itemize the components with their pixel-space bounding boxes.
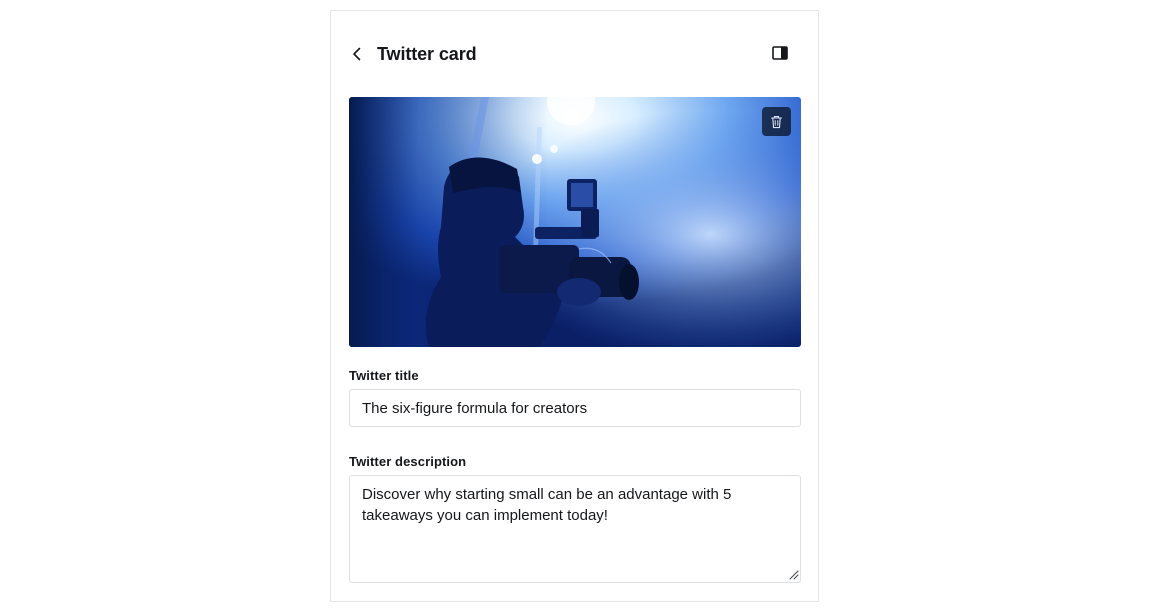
twitter-description-textarea[interactable]: Discover why starting small can be an ad…	[349, 475, 801, 583]
photo-videographer	[349, 97, 801, 347]
sidebar-toggle-icon	[772, 46, 788, 60]
twitter-card-panel: Twitter card Twitter title The six-figur…	[330, 10, 819, 602]
sidebar-toggle-button[interactable]	[770, 43, 790, 63]
trash-icon	[770, 115, 783, 128]
twitter-title-label: Twitter title	[349, 368, 419, 383]
back-button[interactable]	[347, 43, 367, 65]
panel-header: Twitter card	[331, 11, 818, 97]
page-title: Twitter card	[377, 44, 477, 64]
resize-grip-icon[interactable]	[787, 568, 799, 580]
twitter-title-input[interactable]	[349, 389, 801, 427]
twitter-description-label: Twitter description	[349, 454, 467, 469]
chevron-left-icon	[353, 47, 361, 61]
twitter-card-image	[349, 97, 801, 347]
delete-image-button[interactable]	[762, 107, 791, 136]
